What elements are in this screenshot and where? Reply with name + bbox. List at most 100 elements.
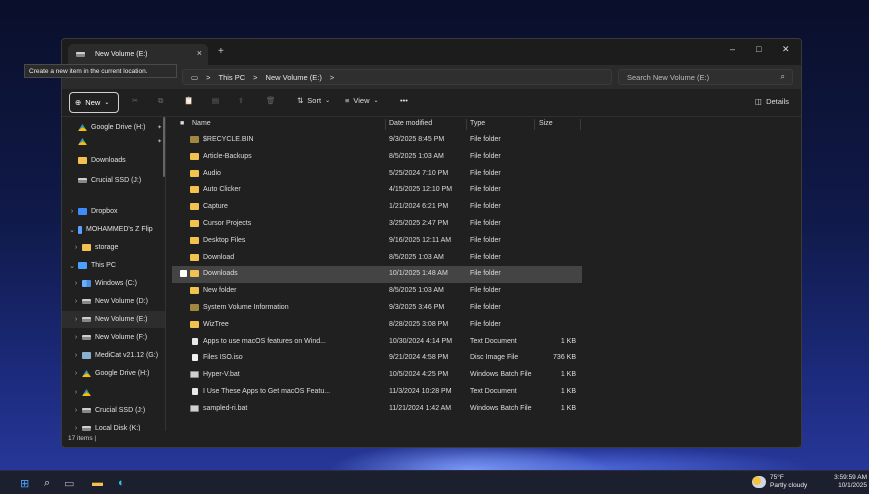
sidebar-item[interactable]: ⌄ This PC bbox=[62, 257, 165, 274]
chevron-right-icon[interactable]: › bbox=[70, 370, 82, 377]
file-row[interactable]: Hyper-V.bat 10/5/2024 4:25 PM Windows Batc… bbox=[172, 367, 582, 384]
column-divider[interactable] bbox=[466, 119, 467, 130]
search-input[interactable]: Search New Volume (E:) ⌕ bbox=[618, 69, 793, 85]
close-button[interactable]: ✕ bbox=[782, 44, 790, 55]
sidebar-item[interactable]: › MediCat v21.12 (G:) bbox=[62, 347, 165, 364]
sidebar-item[interactable]: Crucial SSD (J:) bbox=[62, 172, 165, 189]
chevron-right-icon[interactable]: › bbox=[66, 208, 78, 215]
tab-close-button[interactable]: × bbox=[197, 48, 202, 58]
sidebar-item[interactable]: › Windows (C:) bbox=[62, 275, 165, 292]
chevron-right-icon[interactable]: › bbox=[70, 425, 82, 431]
sidebar-item[interactable]: Downloads bbox=[62, 152, 165, 169]
file-row[interactable]: Download 8/5/2025 1:03 AM File folder bbox=[172, 250, 582, 267]
folder-icon bbox=[190, 236, 199, 244]
column-date[interactable]: Date modified bbox=[389, 120, 432, 127]
folder-icon bbox=[82, 244, 91, 251]
select-all-checkbox[interactable]: ■ bbox=[180, 120, 184, 127]
file-row[interactable]: WizTree 8/28/2025 3:08 PM File folder bbox=[172, 317, 582, 334]
file-row[interactable]: Cursor Projects 3/25/2025 2:47 PM File fol… bbox=[172, 216, 582, 233]
sidebar-item-label: Google Drive (H:) bbox=[95, 370, 150, 377]
new-tab-button[interactable]: + bbox=[218, 46, 224, 57]
chevron-right-icon[interactable]: › bbox=[70, 334, 82, 341]
file-explorer-icon[interactable]: ▬ bbox=[92, 476, 103, 490]
file-type: File folder bbox=[470, 169, 501, 177]
sidebar-item-label: Local Disk (K:) bbox=[95, 425, 141, 431]
file-row[interactable]: Desktop Files 9/16/2025 12:11 AM File fold… bbox=[172, 233, 582, 250]
sidebar-item[interactable]: ✦ bbox=[62, 133, 165, 150]
file-row[interactable]: Files ISO.iso 9/21/2024 4:58 PM Disc Image… bbox=[172, 350, 582, 367]
navigation-pane[interactable]: Google Drive (H:) ✦ ✦ Downloads Crucial SSD … bbox=[62, 117, 166, 431]
column-divider[interactable] bbox=[580, 119, 581, 130]
file-row[interactable]: System Volume Information 9/3/2025 3:46 P… bbox=[172, 300, 582, 317]
file-row[interactable]: $RECYCLE.BIN 9/3/2025 8:45 PM File folder bbox=[172, 132, 582, 149]
search-icon[interactable]: ⌕ bbox=[44, 476, 50, 490]
sidebar-item[interactable]: › New Volume (F:) bbox=[62, 329, 165, 346]
column-size[interactable]: Size bbox=[539, 120, 553, 127]
file-row[interactable]: Apps to use macOS features on Wind... 10/… bbox=[172, 334, 582, 351]
chevron-right-icon[interactable]: › bbox=[70, 280, 82, 287]
column-name[interactable]: Name bbox=[192, 120, 211, 127]
weather-widget[interactable]: 75°F Partly cloudy bbox=[770, 474, 807, 490]
view-button[interactable]: ≡ View ⌄ bbox=[345, 96, 379, 105]
file-row[interactable]: I Use These Apps to Get macOS Featu... 11… bbox=[172, 384, 582, 401]
chevron-right-icon[interactable]: › bbox=[70, 389, 82, 396]
sort-button[interactable]: ⇅ Sort ⌄ bbox=[297, 96, 330, 105]
pin-icon[interactable]: ✦ bbox=[157, 124, 162, 131]
folder-icon bbox=[190, 270, 199, 278]
breadcrumb[interactable]: ▭ > This PC > New Volume (E:) > bbox=[182, 69, 612, 85]
sidebar-item[interactable]: › storage bbox=[62, 239, 165, 256]
sidebar-item[interactable]: ⌄ MOHAMMED's Z Flip bbox=[62, 221, 165, 238]
file-row[interactable]: Audio 5/25/2024 7:10 PM File folder bbox=[172, 166, 582, 183]
file-row[interactable]: sampled-ri.bat 11/21/2024 1:42 AM Windows … bbox=[172, 401, 582, 418]
chevron-right-icon[interactable]: › bbox=[70, 352, 82, 359]
breadcrumb-this-pc[interactable]: This PC bbox=[218, 73, 245, 82]
sidebar-item[interactable]: › New Volume (E:) bbox=[62, 311, 165, 328]
chevron-right-icon[interactable]: › bbox=[70, 316, 82, 323]
system-clock[interactable]: 3:59:59 AM 10/1/2025 bbox=[834, 474, 867, 490]
start-windows-icon[interactable]: ⊞ bbox=[20, 476, 29, 490]
pin-icon[interactable]: ✦ bbox=[157, 138, 162, 145]
file-name: System Volume Information bbox=[203, 304, 289, 311]
task-view-icon[interactable]: ▭ bbox=[64, 476, 74, 490]
more-options-button[interactable]: ••• bbox=[400, 96, 408, 105]
file-row[interactable]: Auto Clicker 4/15/2025 12:10 PM File folde… bbox=[172, 182, 582, 199]
delete-icon[interactable]: 🗑 bbox=[266, 96, 276, 105]
details-button[interactable]: ◫ Details bbox=[755, 97, 789, 106]
browser-icon[interactable]: ◐ bbox=[118, 476, 125, 490]
chevron-right-icon[interactable]: › bbox=[70, 407, 82, 414]
column-divider[interactable] bbox=[385, 119, 386, 130]
new-button[interactable]: ⊕ New ⌄ bbox=[69, 92, 119, 113]
rename-icon[interactable]: ▤ bbox=[212, 96, 219, 105]
row-checkbox[interactable] bbox=[180, 270, 187, 278]
sidebar-item[interactable]: › bbox=[62, 384, 165, 401]
sidebar-item[interactable]: › Dropbox bbox=[62, 203, 165, 220]
chevron-right-icon[interactable]: › bbox=[70, 244, 82, 251]
sidebar-item[interactable]: › Crucial SSD (J:) bbox=[62, 402, 165, 419]
file-row[interactable]: New folder 8/5/2025 1:03 AM File folder bbox=[172, 283, 582, 300]
file-date: 9/16/2025 12:11 AM bbox=[389, 236, 452, 244]
breadcrumb-separator[interactable]: > bbox=[330, 73, 334, 82]
copy-icon[interactable]: ⧉ bbox=[158, 96, 163, 106]
chevron-down-icon[interactable]: ⌄ bbox=[66, 226, 78, 234]
sidebar-item[interactable]: › Google Drive (H:) bbox=[62, 365, 165, 382]
column-type[interactable]: Type bbox=[470, 120, 485, 127]
column-divider[interactable] bbox=[534, 119, 535, 130]
paste-icon[interactable]: 📋 bbox=[184, 96, 193, 105]
sidebar-item[interactable]: › Local Disk (K:) bbox=[62, 420, 165, 431]
details-pane-icon: ◫ bbox=[754, 97, 763, 106]
share-icon[interactable]: ⇪ bbox=[238, 96, 244, 105]
sidebar-item[interactable]: › New Volume (D:) bbox=[62, 293, 165, 310]
maximize-button[interactable]: □ bbox=[756, 44, 761, 54]
file-date: 8/5/2025 1:03 AM bbox=[389, 152, 444, 160]
file-row[interactable]: Capture 1/21/2024 6:21 PM File folder bbox=[172, 199, 582, 216]
file-row[interactable]: Downloads 10/1/2025 1:48 AM File folder bbox=[172, 266, 582, 284]
chevron-right-icon[interactable]: › bbox=[70, 298, 82, 305]
folder-icon bbox=[190, 253, 199, 261]
cut-icon[interactable]: ✂ bbox=[132, 96, 138, 105]
chevron-down-icon[interactable]: ⌄ bbox=[66, 262, 78, 270]
tab-new-volume-e[interactable]: New Volume (E:) × bbox=[68, 44, 208, 65]
minimize-button[interactable]: – bbox=[730, 44, 735, 54]
file-row[interactable]: Article-Backups 8/5/2025 1:03 AM File fold… bbox=[172, 149, 582, 166]
breadcrumb-new-volume-e[interactable]: New Volume (E:) bbox=[266, 73, 322, 82]
phone-icon bbox=[78, 225, 82, 234]
